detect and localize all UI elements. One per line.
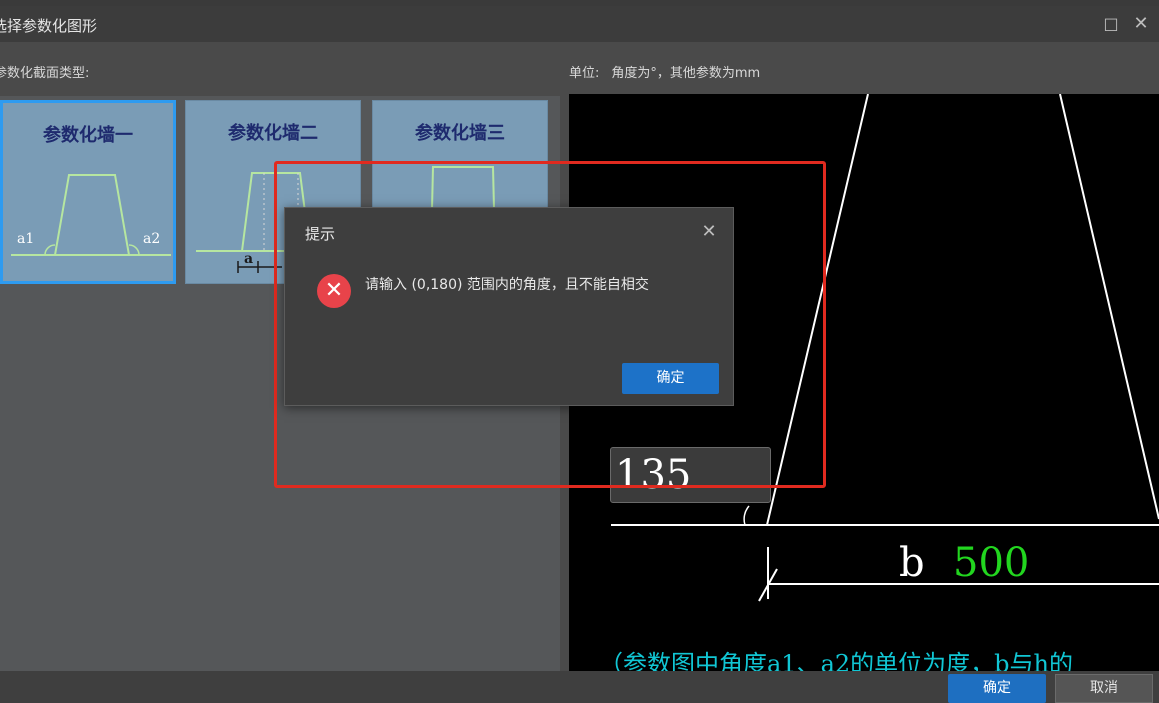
- unit-prefix: 单位:: [569, 66, 600, 81]
- dialog-message: 请输入 (0,180) 范围内的角度，且不能自相交: [365, 277, 649, 293]
- alert-dialog: 提示 ✕ ✕ 请输入 (0,180) 范围内的角度，且不能自相交 确定: [284, 207, 734, 406]
- cancel-button[interactable]: 取消: [1055, 674, 1153, 703]
- maximize-icon[interactable]: □: [1098, 12, 1124, 36]
- card-label-a2: a2: [143, 231, 161, 247]
- card-label-a: a: [244, 251, 254, 267]
- titlebar: 选择参数化图形 □ ✕: [0, 6, 1159, 42]
- angle-input[interactable]: 135: [610, 447, 771, 503]
- confirm-button[interactable]: 确定: [948, 674, 1046, 703]
- parameter-note: （参数图中角度a1、a2的单位为度，b与h的: [599, 650, 1073, 672]
- dialog-ok-button[interactable]: 确定: [622, 363, 719, 394]
- unit-label: 单位: 角度为°，其他参数为mm: [569, 62, 772, 81]
- dialog-title: 提示: [305, 225, 336, 243]
- section-type-label: 参数化截面类型:: [0, 66, 90, 81]
- close-icon[interactable]: ✕: [1128, 12, 1154, 36]
- wall-1-thumbnail: [11, 174, 171, 256]
- window-title: 选择参数化图形: [0, 17, 98, 35]
- unit-text: 角度为°，其他参数为mm: [611, 66, 761, 81]
- shape-card-wall-1[interactable]: 参数化墙一 a1 a2: [0, 100, 176, 284]
- error-icon: ✕: [317, 274, 351, 308]
- dimension-b-value[interactable]: 500: [953, 540, 1029, 586]
- dialog-close-icon[interactable]: ✕: [697, 220, 721, 244]
- dimension-b-letter: b: [899, 540, 925, 586]
- card-label-a1: a1: [17, 231, 35, 247]
